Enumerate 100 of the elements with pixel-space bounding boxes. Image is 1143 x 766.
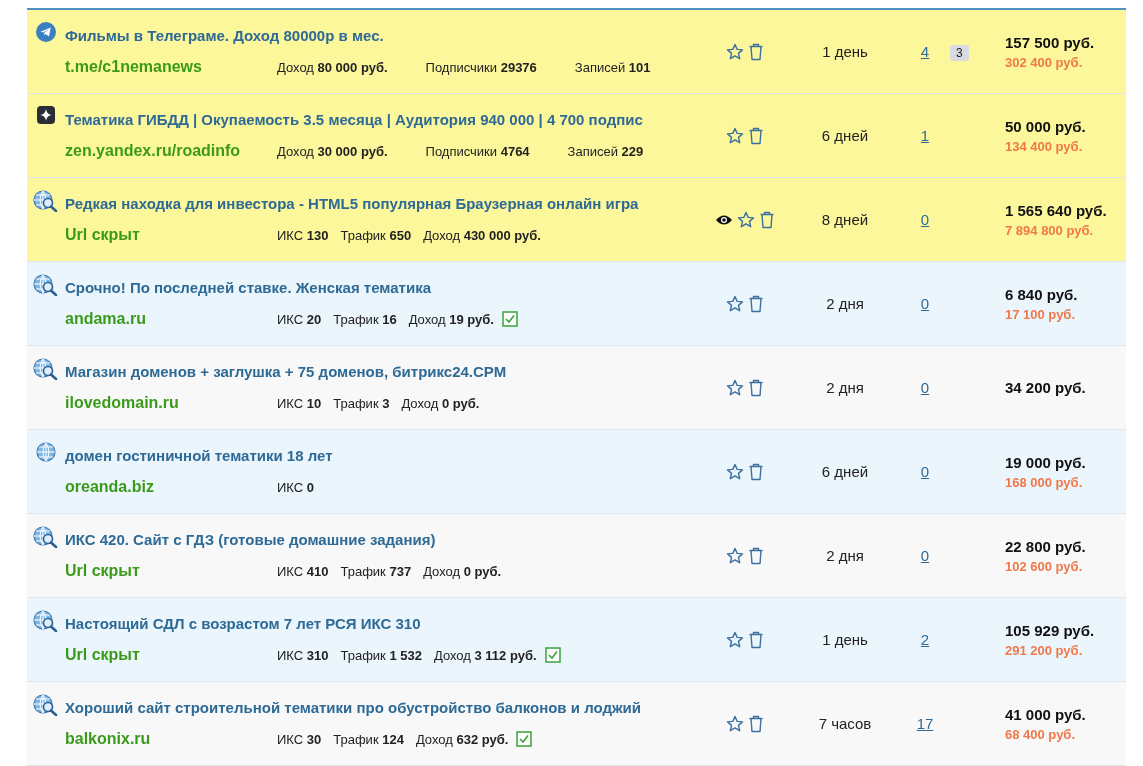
blitz-price-text: 168 000 руб. bbox=[1005, 474, 1084, 490]
eye-icon[interactable] bbox=[715, 213, 733, 226]
bids-count-link[interactable]: 0 bbox=[920, 463, 930, 480]
blitz-price-text: 302 400 руб. bbox=[1005, 54, 1084, 70]
stat-text: Доход 0 руб. bbox=[423, 563, 502, 579]
listing-title-link[interactable]: Магазин доменов + заглушка + 75 доменов, битрикс24.CPM bbox=[65, 363, 700, 380]
stat-text: Доход 80 000 руб. bbox=[277, 59, 388, 75]
stat-text: Подписчики 29376 bbox=[425, 59, 537, 75]
listing-title-link[interactable]: Настоящий СДЛ с возрастом 7 лет РСЯ ИКС 310 bbox=[65, 615, 700, 632]
time-left-text: 6 дней bbox=[821, 463, 869, 480]
listing-url: ilovedomain.ru bbox=[65, 394, 180, 412]
stat-text: Доход 19 руб. bbox=[408, 311, 494, 327]
stat-text: Доход 632 руб. bbox=[415, 731, 509, 747]
listing-title-link[interactable]: Срочно! По последней ставке. Женская тематика bbox=[65, 279, 700, 296]
stat-text: Трафик 650 bbox=[340, 227, 412, 243]
bids-count-link[interactable]: 0 bbox=[920, 547, 930, 564]
blitz-price-text: 68 400 руб. bbox=[1005, 726, 1076, 742]
bids-count-link[interactable]: 0 bbox=[920, 211, 930, 228]
paper-plane-icon bbox=[36, 22, 56, 42]
price-text: 41 000 руб. bbox=[1005, 705, 1087, 723]
stat-text: Трафик 16 bbox=[333, 311, 397, 327]
trash-icon[interactable] bbox=[748, 630, 764, 649]
star-icon[interactable] bbox=[726, 294, 744, 313]
sparkle-icon bbox=[37, 106, 55, 124]
price-text: 22 800 руб. bbox=[1005, 537, 1087, 555]
star-icon[interactable] bbox=[726, 714, 744, 733]
stat-text: ИКС 30 bbox=[277, 731, 322, 747]
stat-text: ИКС 0 bbox=[277, 479, 314, 495]
listing-title-link[interactable]: Хороший сайт строительной тематики про обустройство балконов и лоджий bbox=[65, 699, 700, 716]
stat-text: Трафик 737 bbox=[340, 563, 412, 579]
time-left-text: 1 день bbox=[822, 631, 868, 648]
time-left-text: 2 дня bbox=[826, 547, 864, 564]
star-icon[interactable] bbox=[726, 546, 744, 565]
stat-text: ИКС 20 bbox=[277, 311, 322, 327]
time-left-text: 2 дня bbox=[826, 379, 864, 396]
listing-title-link[interactable]: Редкая находка для инвестора - HTML5 популярная Браузерная онлайн игра bbox=[65, 195, 700, 212]
bids-count-link[interactable]: 0 bbox=[920, 379, 930, 396]
globe-search-icon bbox=[33, 694, 59, 716]
trash-icon[interactable] bbox=[748, 126, 764, 145]
star-icon[interactable] bbox=[726, 42, 744, 61]
stat-text: ИКС 10 bbox=[277, 395, 322, 411]
price-text: 105 929 руб. bbox=[1005, 621, 1096, 639]
listing-title-link[interactable]: Фильмы в Телеграме. Доход 80000р в мес. bbox=[65, 27, 700, 44]
price-text: 34 200 руб. bbox=[1005, 379, 1087, 396]
trash-icon[interactable] bbox=[748, 378, 764, 397]
stat-text: Подписчики 4764 bbox=[425, 143, 530, 159]
trash-icon[interactable] bbox=[748, 462, 764, 481]
bids-count-link[interactable]: 0 bbox=[920, 295, 930, 312]
price-text: 19 000 руб. bbox=[1005, 453, 1087, 471]
trash-icon[interactable] bbox=[748, 294, 764, 313]
time-left-text: 7 часов bbox=[818, 715, 872, 732]
stat-text: Доход 430 000 руб. bbox=[423, 227, 541, 243]
listing-url: zen.yandex.ru/roadinfo bbox=[65, 142, 242, 160]
trash-icon[interactable] bbox=[748, 714, 764, 733]
bids-count-link[interactable]: 2 bbox=[920, 631, 930, 648]
bids-count-link[interactable]: 4 bbox=[920, 43, 930, 60]
listing-url: t.me/c1nemanews bbox=[65, 58, 203, 76]
stat-text: Трафик 124 bbox=[333, 731, 404, 747]
star-icon[interactable] bbox=[726, 126, 744, 145]
time-left-text: 6 дней bbox=[821, 127, 869, 144]
blitz-price-text: 7 894 800 руб. bbox=[1005, 222, 1095, 238]
listing-title-link[interactable]: домен гостиничной тематики 18 лет bbox=[65, 447, 700, 464]
comment-count-badge: 3 bbox=[950, 44, 969, 61]
stat-text: ИКС 130 bbox=[277, 227, 329, 243]
time-left-text: 2 дня bbox=[826, 295, 864, 312]
star-icon[interactable] bbox=[726, 378, 744, 397]
stat-text: Доход 3 112 руб. bbox=[433, 647, 537, 663]
stat-text: ИКС 310 bbox=[277, 647, 329, 663]
blitz-price-text: 134 400 руб. bbox=[1005, 138, 1084, 154]
trash-icon[interactable] bbox=[759, 210, 775, 229]
listing-url: Url скрыт bbox=[65, 646, 141, 664]
star-icon[interactable] bbox=[726, 462, 744, 481]
blitz-price-text: 102 600 руб. bbox=[1005, 558, 1084, 574]
listing-url: balkonix.ru bbox=[65, 730, 152, 748]
stat-text: Доход 30 000 руб. bbox=[277, 143, 388, 159]
listing-title-link[interactable]: ИКС 420. Сайт с ГДЗ (готовые домашние задания) bbox=[65, 531, 700, 548]
price-text: 157 500 руб. bbox=[1005, 33, 1096, 51]
globe-search-icon bbox=[33, 526, 59, 548]
globe-search-icon bbox=[33, 610, 59, 632]
bids-count-link[interactable]: 1 bbox=[920, 127, 930, 144]
trash-icon[interactable] bbox=[748, 42, 764, 61]
trash-icon[interactable] bbox=[748, 546, 764, 565]
bids-count-link[interactable]: 17 bbox=[916, 715, 934, 732]
stat-text: Записей 101 bbox=[574, 59, 651, 75]
star-icon[interactable] bbox=[737, 210, 755, 229]
listing-url: oreanda.biz bbox=[65, 478, 155, 496]
listing-url: Url скрыт bbox=[65, 226, 141, 244]
star-icon[interactable] bbox=[726, 630, 744, 649]
stat-text: Доход 0 руб. bbox=[401, 395, 480, 411]
listing-title-link[interactable]: Тематика ГИБДД | Окупаемость 3.5 месяца | Аудитория 940 000 | 4 700 подпис bbox=[65, 111, 700, 128]
price-text: 6 840 руб. bbox=[1005, 285, 1079, 303]
stat-text: Трафик 3 bbox=[333, 395, 390, 411]
listing-url: andama.ru bbox=[65, 310, 147, 328]
globe-search-icon bbox=[33, 274, 59, 296]
listing-url: Url скрыт bbox=[65, 562, 141, 580]
price-text: 50 000 руб. bbox=[1005, 117, 1087, 135]
globe-search-icon bbox=[33, 190, 59, 212]
stat-text: Трафик 1 532 bbox=[340, 647, 422, 663]
globe-search-icon bbox=[33, 358, 59, 380]
time-left-text: 1 день bbox=[822, 43, 868, 60]
